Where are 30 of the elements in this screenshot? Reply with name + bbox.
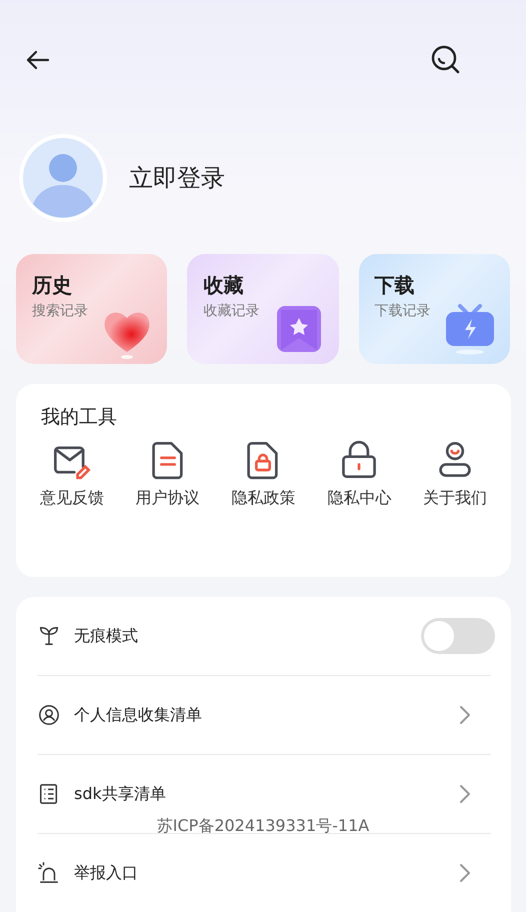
shortcut-card[interactable]: 收藏 收藏记录 — [187, 254, 339, 364]
setting-label: 无痕模式 — [74, 626, 139, 646]
toggle-switch[interactable] — [421, 618, 495, 654]
sprout-icon — [38, 625, 60, 647]
alarm-light-icon — [38, 862, 60, 884]
card-title: 历史 — [32, 272, 72, 299]
section-title: 我的工具 — [41, 405, 117, 430]
setting-label[interactable]: 举报入口 — [74, 862, 459, 884]
person-circle-icon — [38, 704, 60, 726]
card-subtitle: 搜索记录 — [32, 302, 88, 320]
tool-label[interactable]: 关于我们 — [423, 488, 488, 509]
card-title: 收藏 — [203, 272, 244, 299]
tool-label[interactable]: 用户协议 — [136, 488, 200, 509]
shortcut-card[interactable]: 下载 下载记录 — [358, 254, 510, 364]
list-icon — [38, 783, 60, 805]
chevron-right-icon[interactable] — [459, 784, 471, 804]
card-title: 下载 — [374, 272, 415, 299]
setting-label[interactable]: sdk共享清单 — [74, 784, 459, 804]
tool-label[interactable]: 意见反馈 — [40, 488, 104, 509]
chevron-right-icon[interactable] — [459, 705, 471, 725]
tool-label[interactable]: 隐私政策 — [231, 488, 296, 509]
setting-label[interactable]: 个人信息收集清单 — [74, 704, 459, 726]
card-subtitle: 下载记录 — [374, 302, 431, 320]
icp-text: 苏ICP备2024139331号-11A — [156, 816, 370, 837]
tool-label[interactable]: 隐私中心 — [327, 488, 392, 509]
search-icon[interactable] — [430, 44, 462, 76]
shortcut-card[interactable]: 历史 搜索记录 — [16, 254, 168, 364]
chevron-right-icon[interactable] — [459, 863, 471, 883]
login-link[interactable]: 立即登录 — [129, 162, 225, 194]
card-subtitle: 收藏记录 — [203, 302, 260, 320]
